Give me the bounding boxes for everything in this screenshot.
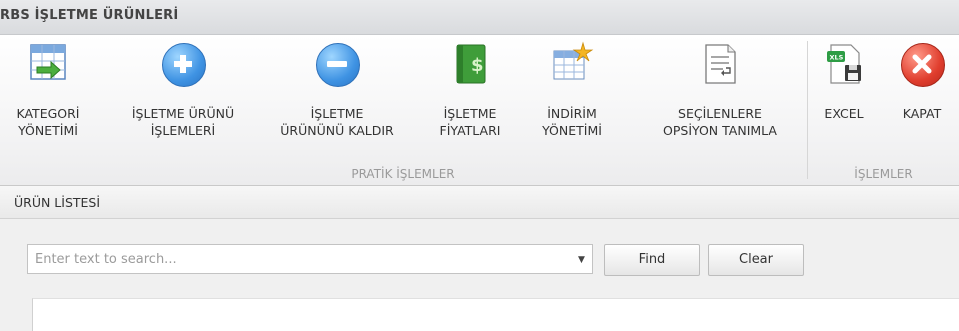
close-circle-icon bbox=[899, 41, 945, 87]
define-option-label: SEÇİLENLERE OPSİYON TANIMLA bbox=[663, 106, 777, 138]
minus-circle-icon bbox=[314, 41, 360, 87]
ribbon-group-label: İŞLEMLER bbox=[854, 167, 913, 181]
svg-text:XLS: XLS bbox=[830, 54, 844, 62]
discount-table-icon bbox=[549, 41, 595, 87]
window-title: RBS İŞLETME ÜRÜNLERİ bbox=[0, 8, 179, 23]
find-button[interactable]: Find bbox=[604, 244, 700, 276]
option-document-icon bbox=[697, 41, 743, 87]
close-button[interactable]: KAPAT bbox=[886, 35, 958, 160]
define-option-button[interactable]: SEÇİLENLERE OPSİYON TANIMLA bbox=[640, 35, 800, 160]
chevron-down-icon[interactable]: ▼ bbox=[578, 255, 585, 265]
ribbon-group-label: PRATİK İŞLEMLER bbox=[351, 167, 455, 181]
svg-text:$: $ bbox=[471, 55, 484, 76]
clear-button[interactable]: Clear bbox=[708, 244, 804, 276]
ribbon-group-pratik-islemler: KATEGORİ YÖNETİMİ İŞLETME ÜRÜNÜ İŞLEMLER… bbox=[0, 35, 806, 185]
close-label: KAPAT bbox=[902, 106, 942, 121]
product-list-title: ÜRÜN LİSTESİ bbox=[14, 195, 101, 210]
plus-circle-icon bbox=[160, 41, 206, 87]
discount-management-label: İNDİRİM YÖNETİMİ bbox=[542, 106, 602, 138]
price-book-icon: $ bbox=[447, 41, 493, 87]
ribbon: KATEGORİ YÖNETİMİ İŞLETME ÜRÜNÜ İŞLEMLER… bbox=[0, 35, 959, 186]
discount-management-button[interactable]: İNDİRİM YÖNETİMİ bbox=[522, 35, 622, 160]
title-bar: RBS İŞLETME ÜRÜNLERİ bbox=[0, 0, 959, 35]
category-management-label: KATEGORİ YÖNETİMİ bbox=[16, 106, 80, 138]
excel-export-icon: XLS bbox=[821, 41, 867, 87]
remove-product-label: İŞLETME ÜRÜNÜNÜ KALDIR bbox=[280, 106, 394, 138]
excel-button[interactable]: XLS EXCEL bbox=[812, 35, 876, 160]
ribbon-group-islemler: XLS EXCEL KAPAT İŞLEMLER bbox=[808, 35, 959, 185]
product-prices-label: İŞLETME FİYATLARI bbox=[439, 106, 501, 138]
product-list-header: ÜRÜN LİSTESİ bbox=[0, 186, 959, 219]
category-table-icon bbox=[25, 41, 71, 87]
category-management-button[interactable]: KATEGORİ YÖNETİMİ bbox=[2, 35, 94, 160]
product-operations-label: İŞLETME ÜRÜNÜ İŞLEMLERİ bbox=[131, 106, 235, 138]
product-grid[interactable] bbox=[32, 298, 959, 331]
product-operations-button[interactable]: İŞLETME ÜRÜNÜ İŞLEMLERİ bbox=[108, 35, 258, 160]
search-input[interactable] bbox=[27, 244, 593, 274]
product-prices-button[interactable]: $ İŞLETME FİYATLARI bbox=[420, 35, 520, 160]
remove-product-button[interactable]: İŞLETME ÜRÜNÜNÜ KALDIR bbox=[262, 35, 412, 160]
excel-label: EXCEL bbox=[824, 106, 864, 121]
